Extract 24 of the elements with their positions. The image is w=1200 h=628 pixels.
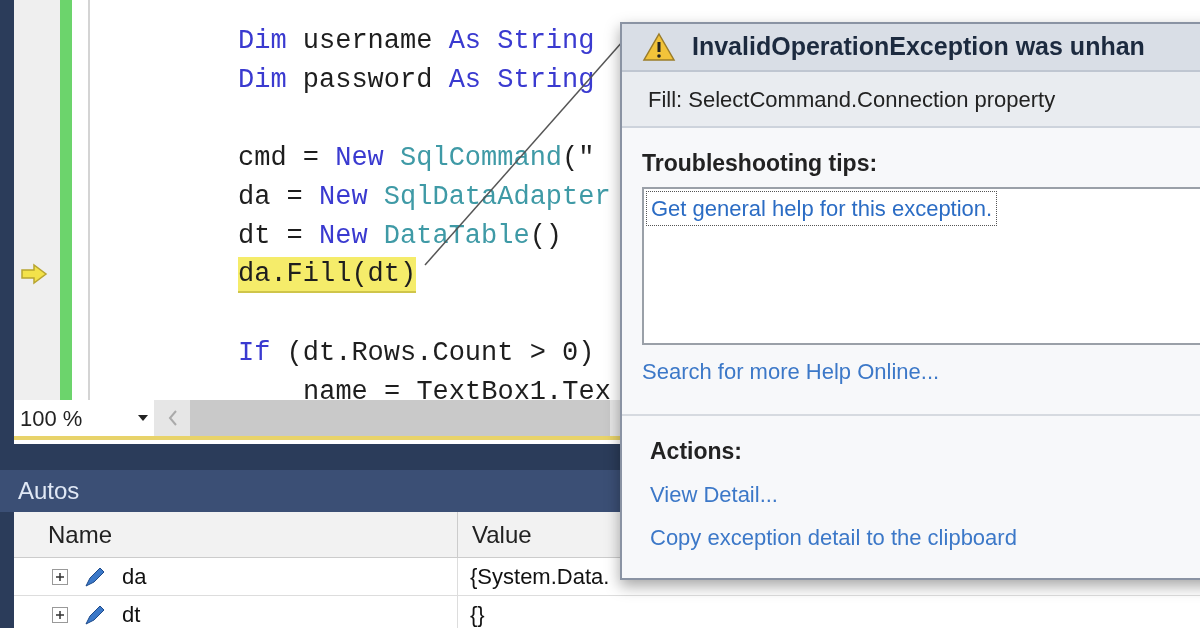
- variable-value: {System.Data.: [470, 563, 610, 591]
- help-link[interactable]: Get general help for this exception.: [646, 190, 998, 226]
- section-heading: Troubleshooting tips:: [642, 149, 879, 178]
- exception-message: Fill: SelectCommand.Connection property: [648, 85, 1056, 114]
- current-line-arrow-icon: [20, 263, 48, 285]
- exception-title: InvalidOperationException was unhan: [692, 31, 1145, 63]
- column-header[interactable]: Name: [34, 512, 458, 557]
- action-link[interactable]: View Detail...: [650, 478, 778, 511]
- caret-icon: [138, 415, 148, 421]
- expand-icon[interactable]: [52, 606, 68, 623]
- horizontal-scrollbar[interactable]: [190, 400, 610, 436]
- help-link[interactable]: Search for more Help Online...: [642, 354, 940, 388]
- section-heading: Actions:: [650, 436, 742, 466]
- variable-name: da: [122, 563, 147, 591]
- zoom-dropdown[interactable]: 100 %: [14, 400, 154, 436]
- code-line: If (dt.Rows.Count > 0): [238, 336, 595, 370]
- variable-value: {}: [470, 601, 485, 628]
- code-line: Dim password As String: [238, 63, 595, 97]
- variable-name: dt: [122, 601, 141, 628]
- code-line: Dim username As String: [238, 24, 595, 58]
- warning-icon: [642, 32, 676, 62]
- expand-icon[interactable]: [52, 568, 68, 585]
- action-link[interactable]: Copy exception detail to the clipboard: [650, 521, 1017, 554]
- code-line: name = TextBox1.Tex: [303, 375, 611, 400]
